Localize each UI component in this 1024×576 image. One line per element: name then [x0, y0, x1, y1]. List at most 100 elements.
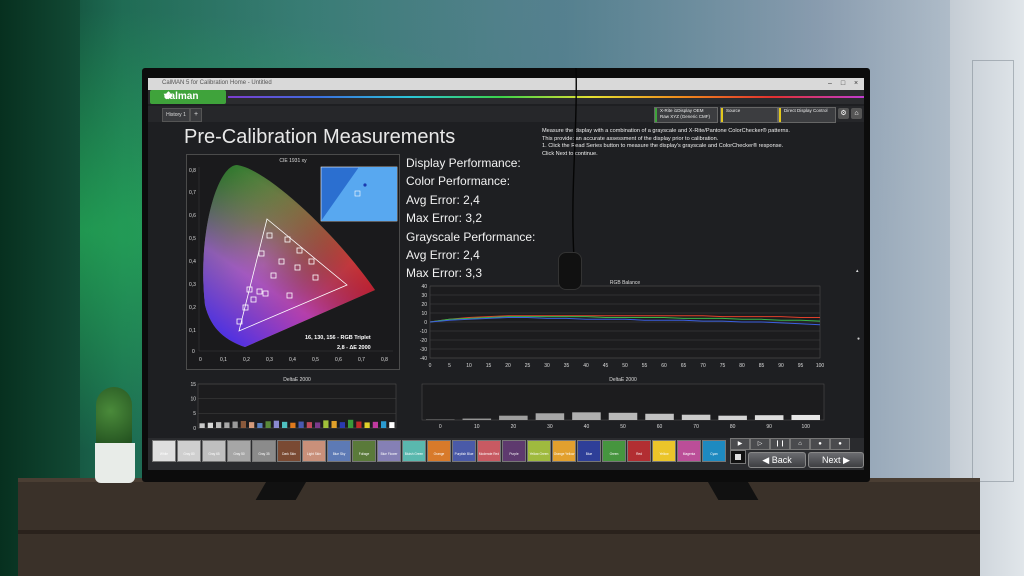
next-button[interactable]: Next ▶	[808, 452, 864, 468]
svg-text:0,4: 0,4	[189, 259, 196, 265]
svg-text:0,7: 0,7	[358, 357, 365, 363]
side-indicator: ●	[857, 336, 861, 342]
patch-swatch[interactable]	[602, 440, 626, 462]
x-tick-label: 55	[642, 363, 648, 369]
x-tick-label: 10	[466, 363, 472, 369]
patch-swatch[interactable]	[402, 440, 426, 462]
patch-swatch[interactable]	[677, 440, 701, 462]
stop-button[interactable]	[730, 450, 746, 464]
patch-swatch[interactable]	[277, 440, 301, 462]
patch-swatch[interactable]	[477, 440, 501, 462]
deltae-gray-bar	[499, 415, 528, 420]
patch-label: Gray 50	[233, 452, 245, 456]
deltae-bar	[339, 422, 345, 428]
deltae-bar	[199, 423, 205, 428]
svg-text:0,3: 0,3	[189, 282, 196, 288]
x-tick-label: 0	[439, 424, 442, 430]
deltae-bar	[207, 422, 213, 428]
calman-menu-button[interactable]: ❖ calman ▾	[150, 90, 226, 104]
read-series-icon[interactable]: ▶	[730, 438, 750, 450]
y-tick-label: 10	[421, 311, 427, 317]
cabinet-edge	[18, 530, 980, 534]
patch-swatch[interactable]	[652, 440, 676, 462]
deltae-gray-bar	[535, 413, 565, 420]
patch-swatch[interactable]	[427, 440, 451, 462]
y-tick-label: 5	[193, 411, 196, 417]
svg-text:0,8: 0,8	[189, 168, 196, 174]
display-select-label: Direct Display Control	[784, 108, 828, 113]
home-icon[interactable]: ⌂	[851, 108, 862, 119]
patch-swatch[interactable]	[577, 440, 601, 462]
patch-swatch[interactable]	[352, 440, 376, 462]
display-select[interactable]: Direct Display Control	[778, 107, 836, 123]
back-button[interactable]: ◀ Back	[748, 452, 806, 468]
patch-swatch[interactable]	[302, 440, 326, 462]
rgb-balance-title: RGB Balance	[610, 280, 641, 286]
patch-swatch[interactable]	[252, 440, 276, 462]
deltae-gray-bar	[681, 414, 711, 420]
patch-swatch[interactable]	[527, 440, 551, 462]
x-tick-label: 90	[778, 363, 784, 369]
patch-swatch[interactable]	[627, 440, 651, 462]
patch-label: Green	[609, 452, 619, 456]
patch-swatch[interactable]	[327, 440, 351, 462]
patch-label: Moderate Red	[478, 452, 500, 456]
rgb-triplet-label: 16, 130, 156 - RGB Triplet	[305, 335, 371, 341]
patch-swatch[interactable]	[452, 440, 476, 462]
patch-swatch[interactable]	[202, 440, 226, 462]
x-tick-label: 20	[505, 363, 511, 369]
x-tick-label: 100	[816, 363, 825, 369]
svg-text:0,8: 0,8	[381, 357, 388, 363]
deltae-bar	[306, 422, 312, 428]
meter-select[interactable]: X-Rite i1Display OEM Raw XYZ (Generic CM…	[654, 107, 718, 123]
deltae-gray-bar	[462, 418, 492, 420]
color-performance: Color Performance:	[406, 174, 511, 189]
patch-label: Purple	[509, 452, 519, 456]
svg-text:0,1: 0,1	[189, 328, 196, 334]
home-nav-icon[interactable]: ⌂	[790, 438, 810, 450]
patch-swatch[interactable]	[502, 440, 526, 462]
svg-text:0,6: 0,6	[335, 357, 342, 363]
x-tick-label: 25	[525, 363, 531, 369]
window-titlebar: CalMAN 5 for Calibration Home - Untitled…	[148, 78, 864, 90]
patch-label: Purplish Blue	[454, 452, 474, 456]
patch-label: Orange	[433, 452, 445, 456]
patch-swatch[interactable]	[552, 440, 576, 462]
patch-label: Yellow	[659, 452, 669, 456]
maximize-icon[interactable]: □	[837, 79, 849, 88]
scroll-indicator[interactable]: ▴	[856, 268, 862, 274]
deltae-bar	[249, 422, 255, 428]
x-tick-label: 80	[739, 363, 745, 369]
pause-icon[interactable]: ❙❙	[770, 438, 790, 450]
patch-swatch[interactable]	[177, 440, 201, 462]
x-tick-label: 100	[802, 424, 811, 430]
patch-swatch[interactable]	[227, 440, 251, 462]
settings-icon[interactable]: ⚙	[838, 108, 849, 119]
close-icon[interactable]: ×	[850, 79, 862, 88]
x-tick-label: 60	[657, 424, 663, 430]
deltae-bar	[265, 421, 271, 428]
read-once-icon[interactable]: ▷	[750, 438, 770, 450]
y-tick-label: -20	[420, 338, 427, 344]
svg-text:0,2: 0,2	[189, 305, 196, 311]
x-tick-label: 45	[603, 363, 609, 369]
cabinet	[18, 482, 980, 576]
tab-history-1[interactable]: History 1	[162, 108, 190, 122]
add-tab-button[interactable]: +	[190, 108, 202, 122]
patch-label: Dark Skin	[282, 452, 296, 456]
options-icon[interactable]: ●	[810, 438, 830, 450]
source-select[interactable]: Source	[720, 107, 778, 123]
svg-text:0,1: 0,1	[220, 357, 227, 363]
patch-swatch[interactable]	[702, 440, 726, 462]
display-status-bar	[779, 108, 781, 122]
deltae-bar	[381, 421, 387, 428]
patch-label: Gray 65	[208, 452, 220, 456]
more-icon[interactable]: ●	[830, 438, 850, 450]
patch-swatch[interactable]	[377, 440, 401, 462]
deltae-bar	[364, 422, 370, 428]
x-tick-label: 70	[693, 424, 699, 430]
patch-swatch[interactable]	[152, 440, 176, 462]
instruction-line: Click Next to continue.	[542, 150, 598, 157]
patch-label: Blue Sky	[332, 452, 346, 456]
minimize-icon[interactable]: –	[824, 79, 836, 88]
